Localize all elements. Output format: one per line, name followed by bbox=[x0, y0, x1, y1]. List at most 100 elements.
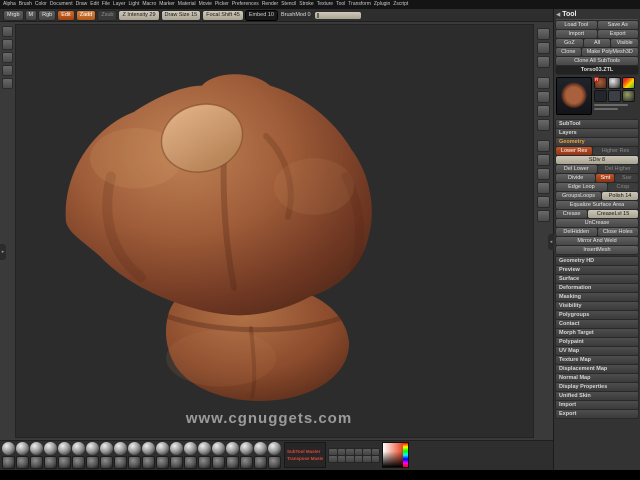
right-shelf-icon[interactable] bbox=[537, 168, 550, 180]
color-picker-field[interactable] bbox=[383, 443, 403, 467]
plugin-button[interactable]: Transpose Master bbox=[287, 456, 323, 461]
lower-res-button[interactable]: Lower Res bbox=[556, 147, 593, 155]
material-sphere-thumbnail[interactable] bbox=[86, 442, 99, 455]
quick-pick-thumbnail[interactable] bbox=[622, 90, 635, 102]
load-tool-button[interactable]: Load Tool bbox=[556, 21, 597, 29]
menu-item[interactable]: Movie bbox=[199, 0, 212, 9]
menu-item[interactable]: Document bbox=[50, 0, 73, 9]
uncrease-button[interactable]: UnCrease bbox=[556, 219, 638, 227]
clone-all-subtools-button[interactable]: Clone All SubTools bbox=[556, 57, 638, 65]
m-button[interactable]: M bbox=[25, 10, 37, 20]
material-sphere-thumbnail[interactable] bbox=[44, 442, 57, 455]
mini-button[interactable] bbox=[363, 448, 371, 455]
tool-thumbnail[interactable] bbox=[142, 456, 155, 469]
section-collapsed[interactable]: UV Map bbox=[556, 347, 638, 355]
tool-thumbnail[interactable] bbox=[86, 456, 99, 469]
section-collapsed[interactable]: Deformation bbox=[556, 284, 638, 292]
tray-collapse-icon[interactable]: ◀ bbox=[556, 12, 560, 18]
material-sphere-thumbnail[interactable] bbox=[58, 442, 71, 455]
section-collapsed[interactable]: Export bbox=[556, 410, 638, 418]
material-sphere-thumbnail[interactable] bbox=[254, 442, 267, 455]
menu-item[interactable]: Zplugin bbox=[374, 0, 390, 9]
menu-item[interactable]: Transform bbox=[348, 0, 371, 9]
menu-item[interactable]: Render bbox=[262, 0, 278, 9]
section-geometry[interactable]: Geometry bbox=[556, 138, 638, 146]
right-shelf-icon[interactable] bbox=[537, 140, 550, 152]
save-as-button[interactable]: Save As bbox=[597, 21, 638, 29]
z-intensity-slider[interactable]: Z Intensity 29 bbox=[119, 10, 159, 20]
mini-button[interactable] bbox=[363, 455, 371, 462]
material-sphere-thumbnail[interactable] bbox=[100, 442, 113, 455]
mrgb-button[interactable]: Mrgb bbox=[4, 10, 23, 20]
material-sphere-thumbnail[interactable] bbox=[142, 442, 155, 455]
section-collapsed[interactable]: Masking bbox=[556, 293, 638, 301]
tool-thumbnail[interactable] bbox=[58, 456, 71, 469]
del-lower-button[interactable]: Del Lower bbox=[556, 165, 597, 173]
section-subtool[interactable]: SubTool bbox=[556, 120, 638, 128]
right-shelf-icon[interactable] bbox=[537, 42, 550, 54]
crisp-toggle[interactable]: Crisp bbox=[607, 183, 638, 191]
active-tool-name[interactable]: Torso03.ZTL bbox=[556, 66, 638, 74]
tool-thumbnail[interactable] bbox=[226, 456, 239, 469]
material-sphere-thumbnail[interactable] bbox=[16, 442, 29, 455]
tool-thumbnail[interactable] bbox=[30, 456, 43, 469]
draw-size-slider[interactable]: Draw Size 15 bbox=[161, 10, 201, 20]
quick-pick-thumbnail[interactable] bbox=[608, 90, 621, 102]
section-collapsed[interactable]: Texture Map bbox=[556, 356, 638, 364]
menu-item[interactable]: Texture bbox=[317, 0, 333, 9]
right-shelf-icon[interactable] bbox=[537, 105, 550, 117]
right-tray-divider-handle[interactable]: ◂ bbox=[548, 234, 554, 250]
quick-pick-thumbnail[interactable] bbox=[622, 77, 635, 89]
zsub-button[interactable]: Zsub bbox=[98, 10, 117, 20]
right-shelf-icon[interactable] bbox=[537, 91, 550, 103]
color-picker[interactable] bbox=[382, 442, 409, 468]
menu-item[interactable]: Layer bbox=[113, 0, 126, 9]
mini-button[interactable] bbox=[346, 455, 354, 462]
tool-thumbnail[interactable] bbox=[184, 456, 197, 469]
del-higher-button[interactable]: Del Higher bbox=[597, 165, 638, 173]
right-shelf-icon[interactable] bbox=[537, 196, 550, 208]
tool-thumbnail[interactable] bbox=[268, 456, 281, 469]
right-shelf-icon[interactable] bbox=[537, 77, 550, 89]
embed-slider[interactable]: Embed 10 bbox=[245, 10, 277, 20]
menu-item[interactable]: Stencil bbox=[281, 0, 296, 9]
material-sphere-thumbnail[interactable] bbox=[170, 442, 183, 455]
export-button[interactable]: Export bbox=[597, 30, 638, 38]
clone-button[interactable]: Clone bbox=[556, 48, 581, 56]
tool-thumbnail[interactable] bbox=[72, 456, 85, 469]
material-sphere-thumbnail[interactable] bbox=[240, 442, 253, 455]
right-shelf-icon[interactable] bbox=[537, 119, 550, 131]
left-shelf-icon[interactable] bbox=[2, 65, 13, 76]
edge-loop-button[interactable]: Edge Loop bbox=[556, 183, 607, 191]
insert-mesh-button[interactable]: InsertMesh bbox=[556, 246, 638, 254]
active-tool-thumbnail[interactable] bbox=[556, 77, 592, 115]
sculpt-model[interactable]: www.cgnuggets.com bbox=[16, 25, 533, 437]
mini-button[interactable] bbox=[346, 448, 354, 455]
groups-loops-button[interactable]: GroupsLoops bbox=[556, 192, 602, 200]
tool-thumbnail[interactable] bbox=[114, 456, 127, 469]
right-shelf-icon[interactable] bbox=[537, 28, 550, 40]
tool-thumbnail[interactable] bbox=[100, 456, 113, 469]
material-sphere-thumbnail[interactable] bbox=[184, 442, 197, 455]
tool-thumbnail[interactable] bbox=[2, 456, 15, 469]
focal-shift-slider[interactable]: Focal Shift 45 bbox=[203, 10, 243, 20]
zadd-button[interactable]: Zadd bbox=[76, 10, 96, 20]
left-shelf-icon[interactable] bbox=[2, 26, 13, 37]
material-sphere-thumbnail[interactable] bbox=[226, 442, 239, 455]
material-sphere-thumbnail[interactable] bbox=[198, 442, 211, 455]
menu-item[interactable]: Tool bbox=[336, 0, 345, 9]
section-collapsed[interactable]: Unified Skin bbox=[556, 392, 638, 400]
mini-button[interactable] bbox=[354, 455, 362, 462]
section-collapsed[interactable]: Visibility bbox=[556, 302, 638, 310]
section-collapsed[interactable]: Displacement Map bbox=[556, 365, 638, 373]
make-polymesh3d-button[interactable]: Make PolyMesh3D bbox=[581, 48, 638, 56]
material-sphere-thumbnail[interactable] bbox=[128, 442, 141, 455]
smt-toggle[interactable]: Smt bbox=[596, 174, 615, 182]
color-picker-hue-strip[interactable] bbox=[403, 443, 408, 467]
goz-visible-button[interactable]: Visible bbox=[611, 39, 639, 47]
section-collapsed[interactable]: Contact bbox=[556, 320, 638, 328]
quick-pick-thumbnail[interactable] bbox=[594, 90, 607, 102]
divide-button[interactable]: Divide bbox=[556, 174, 596, 182]
menu-item[interactable]: Marker bbox=[159, 0, 175, 9]
viewport-canvas[interactable]: www.cgnuggets.com bbox=[15, 24, 534, 438]
